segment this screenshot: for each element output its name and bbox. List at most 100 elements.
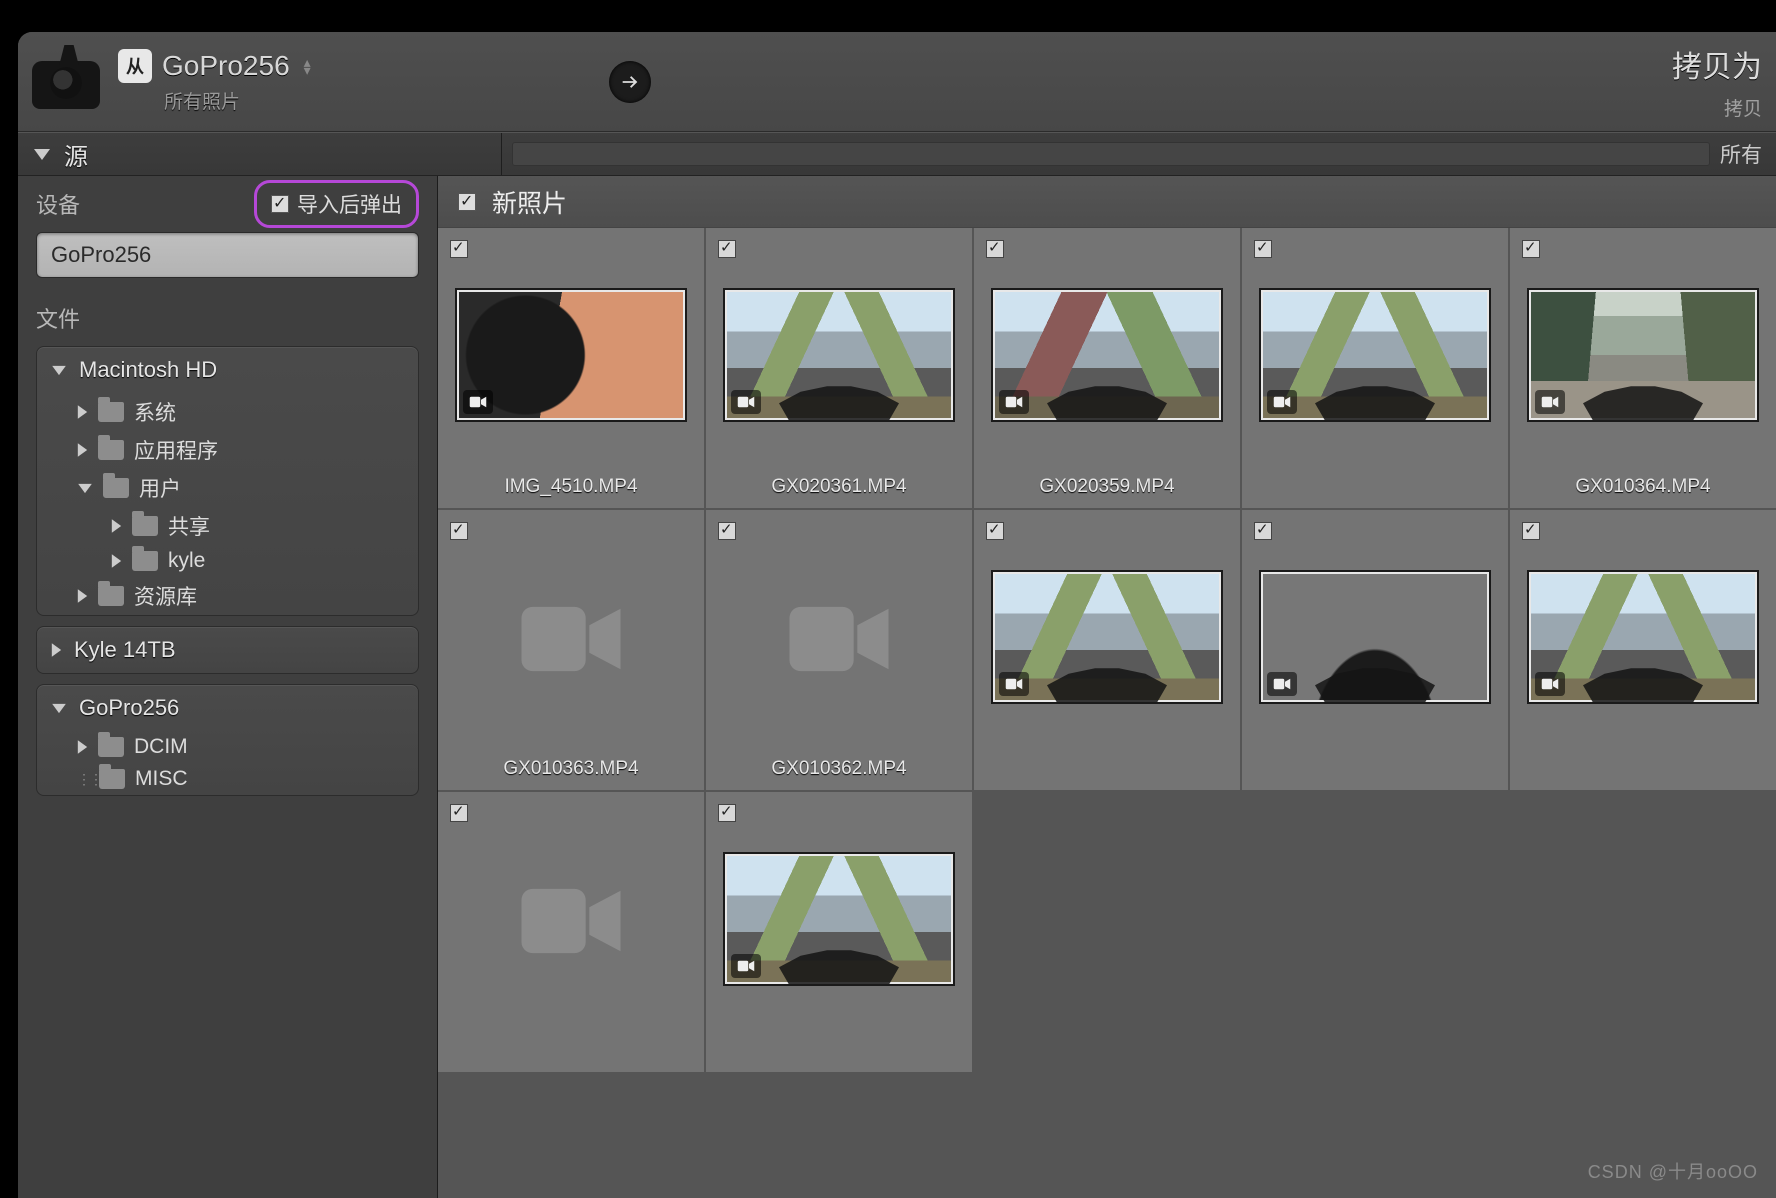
folder-kyle[interactable]: kyle [37,545,418,577]
thumbnail[interactable] [991,570,1223,704]
video-placeholder-icon [455,846,687,996]
chevron-down-icon [52,703,66,712]
grid-cell[interactable]: GX020361.MP4 [706,228,972,508]
folder-label: 资源库 [134,581,197,611]
folder-label: kyle [168,549,205,573]
thumbnail[interactable] [455,288,687,422]
eject-after-import[interactable]: 导入后弹出 [254,180,419,228]
video-icon [463,390,493,414]
device-name-field[interactable]: GoPro256 [36,232,419,278]
thumbnail[interactable] [723,852,955,986]
all-photos-button[interactable]: 所有 [1720,139,1766,169]
cell-checkbox[interactable] [1522,240,1540,258]
copy-sub-label: 拷贝 [1672,94,1762,121]
video-icon [1535,390,1565,414]
cell-checkbox[interactable] [986,240,1004,258]
grid-cell[interactable] [974,510,1240,790]
chevron-right-icon [78,443,87,457]
device-label: 设备 [36,188,80,220]
thumbnail[interactable] [1527,570,1759,704]
folder-label: 共享 [168,511,210,541]
source-block: 从 GoPro256 ▴▾ 所有照片 [118,49,311,114]
device-name-value: GoPro256 [51,242,151,268]
cell-checkbox[interactable] [450,522,468,540]
grid-title: 新照片 [492,184,567,220]
video-placeholder-icon [723,564,955,714]
folder-icon [99,769,125,789]
video-icon [731,954,761,978]
cell-checkbox[interactable] [718,240,736,258]
select-all-checkbox[interactable] [458,193,476,211]
cell-checkbox[interactable] [986,522,1004,540]
checkbox-icon [271,195,289,213]
folder-tree: Macintosh HD 系统应用程序用户共享 kyle 资源库 Kyle 14TB Go… [36,346,419,796]
grid-cell[interactable]: GX010363.MP4 [438,510,704,790]
filename-label: GX020359.MP4 [974,476,1240,498]
folder-icon [132,516,158,536]
filter-bar[interactable] [512,142,1710,166]
folder-DCIM[interactable]: DCIM [37,731,418,763]
source-subtitle: 所有照片 [164,87,311,114]
grid-area: 新照片 IMG_4510.MP4GX020361.MP4GX020359.MP4… [438,176,1776,1198]
folder-资源库[interactable]: 资源库 [37,577,418,615]
source-panel-header[interactable]: 源 [18,133,502,175]
video-icon [999,390,1029,414]
source-name[interactable]: GoPro256 [162,50,290,82]
grid-cell[interactable] [1242,510,1508,790]
volume-Macintosh HD[interactable]: Macintosh HD [37,347,418,393]
copy-mode[interactable]: 拷贝为 拷贝 [1672,42,1762,121]
grid-cell[interactable] [706,792,972,1072]
volume-label: GoPro256 [79,695,179,721]
grid-cell[interactable] [1242,228,1508,508]
cell-checkbox[interactable] [1254,522,1272,540]
chevron-right-icon [112,519,121,533]
files-label: 文件 [36,302,419,334]
thumbnail[interactable] [723,288,955,422]
volume-Kyle 14TB[interactable]: Kyle 14TB [37,627,418,673]
folder-label: MISC [135,767,188,791]
grid-cell[interactable]: IMG_4510.MP4 [438,228,704,508]
folder-系统[interactable]: 系统 [37,393,418,431]
thumbnail[interactable] [1259,288,1491,422]
thumbnail[interactable] [1259,570,1491,704]
video-icon [999,672,1029,696]
grid-cell[interactable] [438,792,704,1072]
arrow-right-icon[interactable] [609,61,651,103]
folder-MISC[interactable]: ⋮⋮MISC [37,763,418,795]
grid-cell[interactable] [1510,510,1776,790]
volume-GoPro256[interactable]: GoPro256 [37,685,418,731]
folder-icon [98,440,124,460]
cell-checkbox[interactable] [718,804,736,822]
folder-应用程序[interactable]: 应用程序 [37,431,418,469]
cell-checkbox[interactable] [1254,240,1272,258]
eject-label: 导入后弹出 [297,189,402,219]
grid-cell[interactable]: GX020359.MP4 [974,228,1240,508]
thumbnail[interactable] [991,288,1223,422]
filename-label: GX010362.MP4 [706,758,972,780]
cell-checkbox[interactable] [450,240,468,258]
folder-label: 用户 [139,473,181,503]
source-dropdown-icon[interactable]: ▴▾ [304,58,311,74]
video-icon [1535,672,1565,696]
folder-用户[interactable]: 用户 [37,469,418,507]
cell-checkbox[interactable] [450,804,468,822]
volume-label: Macintosh HD [79,357,217,383]
copy-as-label: 拷贝为 [1672,42,1762,86]
device-section: 设备 导入后弹出 [36,176,419,232]
from-badge[interactable]: 从 [118,49,152,83]
filename-label: GX010364.MP4 [1510,476,1776,498]
thumbnail-grid: IMG_4510.MP4GX020361.MP4GX020359.MP4 GX01… [438,228,1776,1198]
import-window: 从 GoPro256 ▴▾ 所有照片 拷贝为 拷贝 源 所有 设备 [18,32,1776,1198]
secondary-bar: 源 所有 [18,132,1776,176]
thumbnail[interactable] [1527,288,1759,422]
filename-label: GX020361.MP4 [706,476,972,498]
folder-共享[interactable]: 共享 [37,507,418,545]
top-bar: 从 GoPro256 ▴▾ 所有照片 拷贝为 拷贝 [18,32,1776,132]
video-icon [731,390,761,414]
grid-cell[interactable]: GX010362.MP4 [706,510,972,790]
grid-cell[interactable]: GX010364.MP4 [1510,228,1776,508]
folder-icon [132,551,158,571]
cell-checkbox[interactable] [1522,522,1540,540]
cell-checkbox[interactable] [718,522,736,540]
folder-icon [98,737,124,757]
